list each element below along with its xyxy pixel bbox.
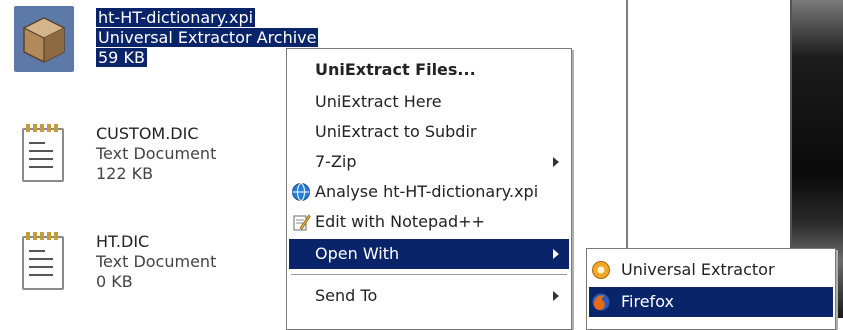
submenu-item-firefox[interactable]: Firefox: [589, 287, 833, 317]
menu-item-uniextract-here[interactable]: UniExtract Here: [289, 87, 569, 117]
file-name: ht-HT-dictionary.xpi: [96, 8, 256, 27]
submenu-arrow-icon: [553, 157, 559, 167]
menu-item-uniextract-subdir[interactable]: UniExtract to Subdir: [289, 117, 569, 147]
file-size: 59 KB: [96, 48, 147, 67]
notepad-plus-icon: [291, 212, 311, 232]
file-type: Text Document: [96, 144, 217, 163]
submenu-arrow-icon: [553, 249, 559, 259]
context-menu: UniExtract Files... UniExtract Here UniE…: [286, 48, 572, 330]
analyse-globe-icon: [291, 182, 311, 202]
file-size: 122 KB: [96, 164, 154, 183]
file-type: Text Document: [96, 252, 217, 271]
notepad-icon: [14, 230, 74, 296]
submenu-arrow-icon: [553, 291, 559, 301]
submenu-item-universal-extractor[interactable]: Universal Extractor: [589, 255, 833, 285]
menu-item-edit-notepad-plus[interactable]: Edit with Notepad++: [289, 207, 569, 237]
universal-extractor-icon: [591, 260, 611, 280]
menu-item-analyse[interactable]: Analyse ht-HT-dictionary.xpi: [289, 177, 569, 207]
notepad-icon: [14, 122, 74, 188]
firefox-icon: [591, 292, 611, 312]
menu-item-7zip[interactable]: 7-Zip: [289, 147, 569, 177]
file-type: Universal Extractor Archive: [96, 28, 319, 47]
menu-item-open-with[interactable]: Open With: [289, 239, 569, 269]
file-name: CUSTOM.DIC: [96, 124, 199, 143]
menu-item-send-to[interactable]: Send To: [289, 281, 569, 311]
archive-box-icon: [14, 6, 74, 72]
file-size: 0 KB: [96, 272, 133, 291]
file-name: HT.DIC: [96, 232, 150, 251]
menu-separator: [291, 274, 567, 275]
menu-item-uniextract-files[interactable]: UniExtract Files...: [289, 55, 569, 85]
